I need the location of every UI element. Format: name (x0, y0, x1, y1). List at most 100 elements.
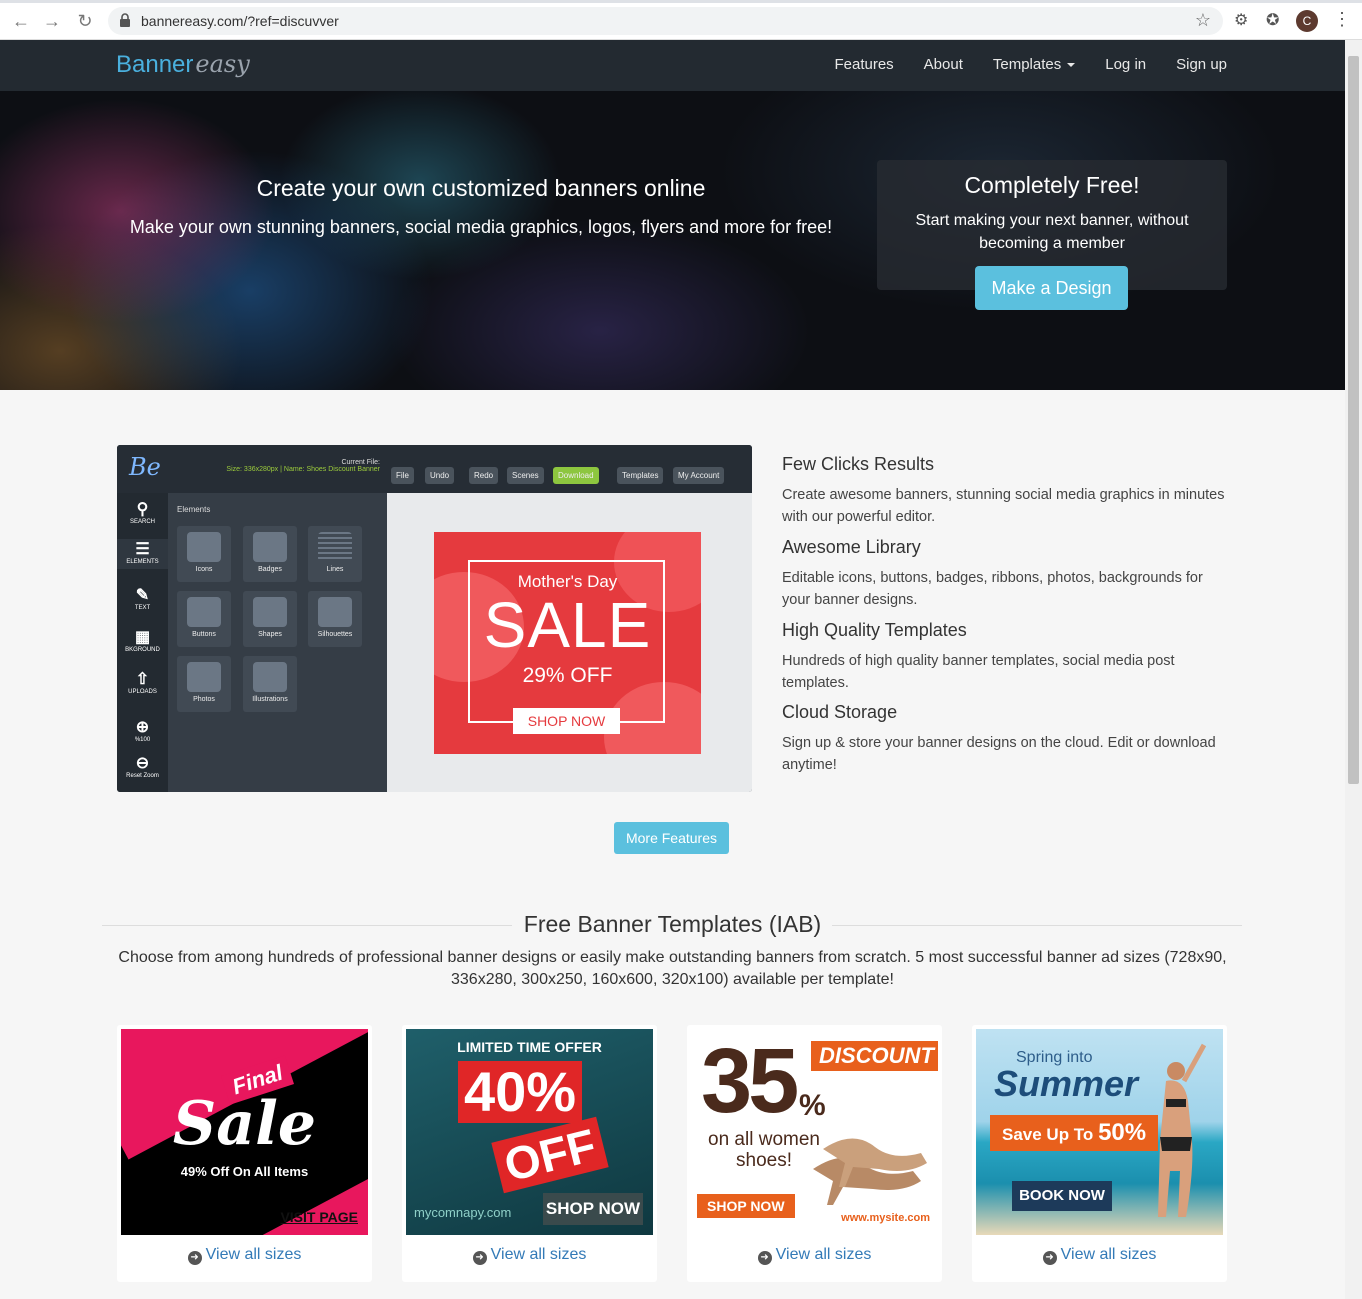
tile-buttons: Buttons (177, 591, 231, 647)
current-file-label: Current File: (341, 459, 380, 466)
nav-features[interactable]: Features (834, 56, 893, 73)
thumb-save-label: Save Up To (1002, 1125, 1094, 1144)
banner-offer: 29% OFF (522, 664, 613, 687)
sample-banner: Mother's Day SALE 29% OFF SHOP NOW (434, 532, 701, 754)
template-thumbnail[interactable]: Spring into Summer Save Up To 50% BOOK N… (976, 1029, 1223, 1235)
tile-label: Icons (195, 566, 213, 573)
template-thumbnail[interactable]: 35 % DISCOUNT on all women shoes! SHOP N… (691, 1029, 938, 1235)
thumb-save: Save Up To 50% (990, 1115, 1159, 1151)
view-all-sizes-label: View all sizes (490, 1246, 587, 1263)
template-thumbnail[interactable]: LIMITED TIME OFFER 40% OFF mycomnapy.com… (406, 1029, 653, 1235)
edit-icon: ✎ (135, 587, 150, 604)
make-design-button[interactable]: Make a Design (975, 266, 1128, 310)
editor-scenes-button: Scenes (507, 467, 544, 484)
browser-toolbar: ← → ↻ bannereasy.com/?ref=discuvver ☆ ⚙ … (0, 0, 1362, 40)
lines-tile-icon (318, 532, 352, 562)
site-logo[interactable]: Bannereasy (116, 50, 250, 79)
thumb-pct: 40% (458, 1061, 583, 1123)
view-all-sizes-link[interactable]: ➜ View all sizes (117, 1246, 372, 1265)
feature-text: Editable icons, buttons, badges, ribbons… (782, 570, 1203, 608)
view-all-sizes-link[interactable]: ➜ View all sizes (402, 1246, 657, 1265)
tab-strip (0, 0, 1362, 3)
tile-label: Illustrations (252, 696, 288, 703)
editor-sidebar: ⚲ SEARCH ☰ ELEMENTS ✎ TEXT ▦ BKGROUND ⇧ UPLOA… (117, 493, 168, 792)
template-card-35-discount: 35 % DISCOUNT on all women shoes! SHOP N… (687, 1025, 942, 1282)
feature-text: Sign up & store your banner designs on t… (782, 735, 1216, 773)
url-text: bannereasy.com/?ref=discuvver (141, 13, 339, 29)
editor-download-button: Download (553, 467, 599, 484)
editor-file-info: Current File: Size: 336x280px | Name: Sho… (226, 459, 380, 473)
reload-icon[interactable]: ↻ (74, 10, 96, 32)
template-thumbnail[interactable]: Final Sale 49% Off On All Items VISIT PA… (121, 1029, 368, 1235)
thumb-off: OFF (491, 1116, 609, 1194)
editor-topbar: Be Current File: Size: 336x280px | Name: … (117, 445, 752, 493)
view-all-sizes-link[interactable]: ➜ View all sizes (687, 1246, 942, 1265)
free-box-title: Completely Free! (964, 172, 1140, 198)
banner-headline: SALE (483, 589, 652, 661)
hero-section: Create your own customized banners onlin… (0, 91, 1345, 390)
editor-sidebar-label: %100 (134, 737, 151, 743)
thumb-site: mycomnapy.com (414, 1205, 512, 1220)
tile-label: Photos (193, 696, 215, 703)
editor-templates-button: Templates (617, 467, 664, 484)
tile-photos: Photos (177, 656, 231, 712)
lock-icon (120, 13, 130, 27)
extension-gear-icon[interactable]: ⚙ (1234, 10, 1248, 30)
scrollbar-thumb[interactable] (1348, 56, 1359, 784)
nav-templates-label: Templates (992, 56, 1062, 73)
templates-title: Free Banner Templates (IAB) (523, 911, 822, 937)
editor-sidebar-label: TEXT (134, 605, 151, 611)
shapes-tile-icon (253, 597, 287, 627)
editor-elements-panel: Elements Icons Badges Lines Buttons Shap… (168, 493, 387, 792)
browser-menu-icon[interactable]: ⋮ (1333, 9, 1351, 30)
nav-templates[interactable]: Templates (992, 56, 1076, 73)
editor-text-item: ✎ TEXT (117, 585, 168, 611)
view-all-sizes-link[interactable]: ➜ View all sizes (972, 1246, 1227, 1265)
editor-logo: Be (129, 453, 161, 481)
feature-title: Cloud Storage (782, 702, 898, 722)
editor-sidebar-label: ELEMENTS (126, 559, 159, 565)
editor-search-item: ⚲ SEARCH (117, 499, 168, 525)
editor-preview: Be Current File: Size: 336x280px | Name: … (117, 445, 752, 792)
site-navbar: Bannereasy Features About Templates Log … (0, 40, 1345, 91)
zoom-in-icon: ⊕ (135, 719, 150, 736)
editor-undo-button: Undo (425, 467, 455, 484)
bookmark-star-icon[interactable]: ☆ (1195, 10, 1211, 31)
logo-script-text: easy (195, 50, 250, 78)
file-meta: Size: 336x280px | Name: Shoes Discount B… (226, 466, 380, 473)
search-icon: ⚲ (136, 501, 149, 518)
view-all-sizes-label: View all sizes (1060, 1246, 1157, 1263)
woman-silhouette (1158, 1043, 1206, 1217)
arrow-circle-icon: ➜ (1042, 1251, 1057, 1265)
arrow-circle-icon: ➜ (757, 1251, 772, 1265)
feature-library: Awesome Library Editable icons, buttons, … (782, 537, 1232, 611)
nav-signup[interactable]: Sign up (1176, 56, 1227, 73)
profile-avatar[interactable]: C (1296, 10, 1318, 32)
thumb-number: 35 (701, 1030, 799, 1132)
tile-label: Buttons (192, 631, 216, 638)
editor-sidebar-label: SEARCH (129, 519, 155, 525)
extensions-puzzle-icon[interactable]: ✪ (1266, 10, 1279, 30)
illustrations-tile-icon (253, 662, 287, 692)
photos-tile-icon (187, 662, 221, 692)
tile-badges: Badges (243, 526, 297, 582)
free-box: Completely Free! Start making your next … (877, 160, 1227, 310)
thumb-site: www.mysite.com (841, 1212, 930, 1224)
editor-account-button: My Account (673, 467, 725, 484)
feature-title: Few Clicks Results (782, 454, 935, 474)
tile-silhouettes: Silhouettes (308, 591, 362, 647)
forward-icon[interactable]: → (41, 10, 63, 32)
feature-title: Awesome Library (782, 537, 921, 557)
page-scrollbar[interactable] (1345, 40, 1362, 1299)
editor-sidebar-label: BKGROUND (125, 647, 160, 653)
feature-text: Hundreds of high quality banner template… (782, 653, 1175, 691)
address-bar[interactable]: bannereasy.com/?ref=discuvver ☆ (108, 7, 1223, 35)
feature-cloud: Cloud Storage Sign up & store your banner… (782, 702, 1232, 776)
nav-about[interactable]: About (924, 56, 963, 73)
tile-illustrations: Illustrations (243, 656, 297, 712)
nav-login[interactable]: Log in (1105, 56, 1146, 73)
back-icon[interactable]: ← (10, 10, 32, 32)
more-features-button[interactable]: More Features (614, 822, 729, 854)
editor-canvas: Mother's Day SALE 29% OFF SHOP NOW (387, 493, 752, 792)
badges-tile-icon (253, 532, 287, 562)
